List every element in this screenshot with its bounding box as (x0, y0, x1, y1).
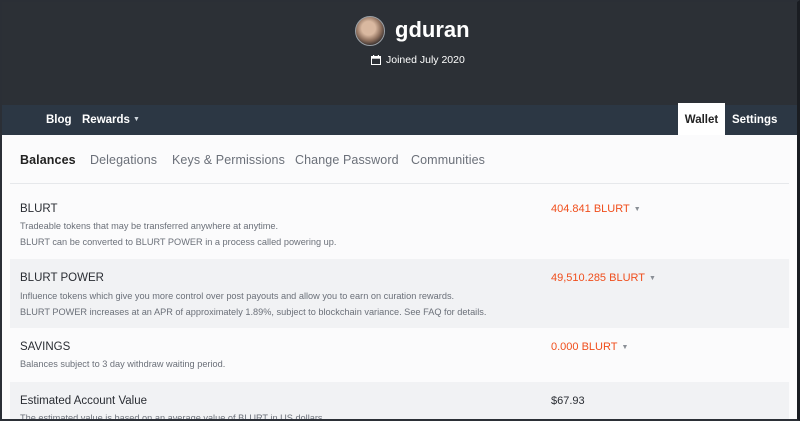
joined-text: Joined July 2020 (386, 54, 465, 66)
caret-down-icon: ▼ (621, 343, 629, 351)
savings-value: 0.000 BLURT (551, 341, 618, 353)
row-description: BLURT can be converted to BLURT POWER in… (20, 237, 337, 247)
row-title: Estimated Account Value (20, 395, 147, 407)
calendar-icon (371, 55, 381, 65)
caret-down-icon: ▼ (648, 274, 656, 282)
blurt-balance-value: 404.841 BLURT (551, 203, 630, 215)
balance-row-estimated-value: Estimated Account Value The estimated va… (10, 382, 789, 421)
row-description: The estimated value is based on an avera… (20, 413, 326, 421)
row-description: BLURT POWER increases at an APR of appro… (20, 307, 487, 317)
row-description: Influence tokens which give you more con… (20, 291, 455, 301)
nav-blog[interactable]: Blog (46, 105, 72, 135)
savings-dropdown[interactable]: 0.000 BLURT ▼ (551, 341, 628, 353)
row-description: Balances subject to 3 day withdraw waiti… (20, 359, 226, 369)
tab-change-password[interactable]: Change Password (295, 153, 399, 167)
row-title: BLURT (20, 203, 58, 215)
estimated-value: $67.93 (551, 395, 585, 407)
wallet-tabs: Balances Delegations Keys & Permissions … (2, 135, 797, 185)
blurt-balance-dropdown[interactable]: 404.841 BLURT ▼ (551, 203, 641, 215)
tab-keys-permissions[interactable]: Keys & Permissions (172, 153, 285, 167)
profile-header: gduran Joined July 2020 (2, 2, 797, 105)
tab-delegations[interactable]: Delegations (90, 153, 157, 167)
top-nav: Blog Rewards ▼ Wallet Settings (2, 103, 797, 135)
tab-communities[interactable]: Communities (411, 153, 485, 167)
balance-row-blurt-power: BLURT POWER Influence tokens which give … (10, 259, 789, 328)
caret-down-icon: ▼ (132, 116, 140, 123)
nav-rewards-label: Rewards (82, 114, 130, 127)
tab-balances[interactable]: Balances (20, 153, 76, 167)
row-title: BLURT POWER (20, 272, 104, 284)
nav-settings[interactable]: Settings (732, 105, 777, 135)
row-title: SAVINGS (20, 341, 71, 353)
blurt-power-value: 49,510.285 BLURT (551, 272, 645, 284)
balance-row-blurt: BLURT Tradeable tokens that may be trans… (10, 192, 789, 259)
caret-down-icon: ▼ (633, 205, 641, 213)
username: gduran (395, 17, 470, 42)
wallet-page: gduran Joined July 2020 Blog Rewards ▼ Wa… (0, 0, 800, 421)
tabs-divider (10, 183, 789, 184)
avatar[interactable] (355, 16, 385, 46)
joined-date: Joined July 2020 (371, 53, 465, 67)
nav-wallet[interactable]: Wallet (678, 103, 725, 135)
row-description: Tradeable tokens that may be transferred… (20, 221, 279, 231)
wallet-content: Balances Delegations Keys & Permissions … (2, 135, 797, 421)
nav-rewards[interactable]: Rewards ▼ (82, 105, 140, 135)
blurt-power-dropdown[interactable]: 49,510.285 BLURT ▼ (551, 272, 656, 284)
balance-row-savings: SAVINGS Balances subject to 3 day withdr… (10, 328, 789, 382)
